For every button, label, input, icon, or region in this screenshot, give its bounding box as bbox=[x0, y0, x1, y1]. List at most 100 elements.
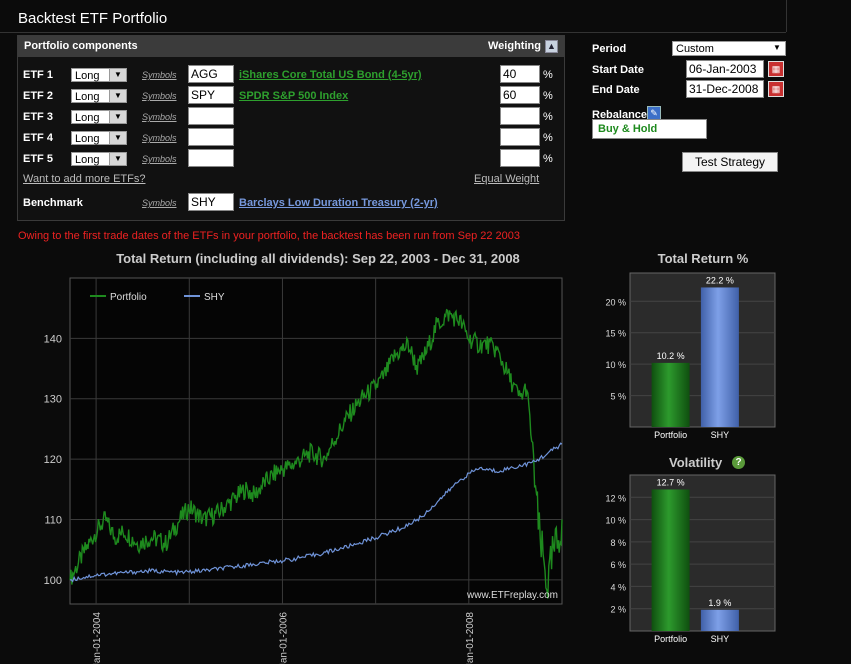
weighting-label: Weighting bbox=[488, 40, 541, 52]
equal-weight-link[interactable]: Equal Weight bbox=[474, 173, 539, 185]
portfolio-components-panel: Portfolio components Weighting ▲ ETF 1 L… bbox=[17, 35, 565, 221]
y-tick-label: 12 % bbox=[605, 493, 626, 503]
category-label: SHY bbox=[711, 430, 730, 440]
help-icon[interactable]: ? bbox=[732, 456, 745, 469]
total-return-line-chart: 100 110 120 130 140 Jan-01-2004 Jan-01-2006 Jan… bbox=[44, 277, 563, 664]
y-tick-label: 5 % bbox=[610, 392, 626, 402]
benchmark-label: Benchmark bbox=[23, 197, 83, 209]
collapse-icon[interactable]: ▲ bbox=[545, 40, 558, 53]
position-select[interactable]: Long ▼ bbox=[71, 68, 127, 82]
position-select[interactable]: Long ▼ bbox=[71, 110, 127, 124]
y-tick-label: 20 % bbox=[605, 297, 626, 307]
position-value: Long bbox=[75, 91, 100, 103]
symbols-link[interactable]: Symbols bbox=[142, 133, 177, 143]
add-more-etfs-link[interactable]: Want to add more ETFs? bbox=[23, 173, 145, 185]
position-select[interactable]: Long ▼ bbox=[71, 152, 127, 166]
fund-name-link[interactable]: SPDR S&P 500 Index bbox=[239, 90, 348, 102]
symbol-input[interactable]: SPY bbox=[188, 86, 234, 104]
category-label: SHY bbox=[711, 634, 730, 644]
percent-sign: % bbox=[543, 69, 553, 81]
y-tick-label: 15 % bbox=[605, 329, 626, 339]
etf-row-label: ETF 2 bbox=[23, 90, 53, 102]
chevron-down-icon: ▼ bbox=[109, 153, 126, 165]
header-divider bbox=[0, 32, 786, 33]
symbols-link[interactable]: Symbols bbox=[142, 91, 177, 101]
page-title: Backtest ETF Portfolio bbox=[18, 10, 168, 27]
position-value: Long bbox=[75, 154, 100, 166]
total-return-chart-title: Total Return % bbox=[657, 251, 749, 266]
percent-sign: % bbox=[543, 111, 553, 123]
position-select[interactable]: Long ▼ bbox=[71, 131, 127, 145]
etf-row-label: ETF 1 bbox=[23, 69, 53, 81]
wrench-icon[interactable]: ✎ bbox=[647, 106, 661, 120]
panel-header-title: Portfolio components bbox=[24, 40, 138, 52]
period-label: Period bbox=[592, 43, 627, 55]
start-date-label: Start Date bbox=[592, 64, 644, 76]
weight-input[interactable] bbox=[500, 149, 540, 167]
y-tick-label: 10 % bbox=[605, 360, 626, 370]
benchmark-symbol-input[interactable]: SHY bbox=[188, 193, 234, 211]
weight-input[interactable] bbox=[500, 107, 540, 125]
rebalance-select[interactable]: Buy & Hold bbox=[592, 119, 707, 139]
period-select[interactable]: Custom ▼ bbox=[672, 41, 786, 56]
bar-value-label: 22.2 % bbox=[706, 275, 734, 285]
percent-sign: % bbox=[543, 153, 553, 165]
category-label: Portfolio bbox=[654, 430, 687, 440]
calendar-icon[interactable]: ▦ bbox=[768, 61, 784, 77]
warning-message: Owing to the first trade dates of the ET… bbox=[18, 230, 520, 242]
position-select[interactable]: Long ▼ bbox=[71, 89, 127, 103]
bar-shy bbox=[700, 287, 739, 427]
weight-input[interactable]: 60 bbox=[500, 86, 540, 104]
symbol-input[interactable] bbox=[188, 149, 234, 167]
percent-sign: % bbox=[543, 132, 553, 144]
x-tick-label: Jan-01-2008 bbox=[465, 612, 476, 664]
panel-header: Portfolio components Weighting ▲ bbox=[18, 36, 564, 57]
benchmark-fund-link[interactable]: Barclays Low Duration Treasury (2-yr) bbox=[239, 197, 438, 209]
bar-value-label: 1.9 % bbox=[708, 598, 731, 608]
volatility-chart-title: Volatility bbox=[669, 455, 723, 470]
x-tick-label: Jan-01-2004 bbox=[92, 612, 103, 664]
chevron-down-icon: ▼ bbox=[109, 69, 126, 81]
weight-input[interactable] bbox=[500, 128, 540, 146]
symbols-link[interactable]: Symbols bbox=[142, 112, 177, 122]
y-tick-label: 8 % bbox=[610, 538, 626, 548]
end-date-label: End Date bbox=[592, 84, 640, 96]
symbols-link[interactable]: Symbols bbox=[142, 154, 177, 164]
header-divider-vertical bbox=[786, 0, 787, 32]
period-value: Custom bbox=[676, 43, 714, 55]
end-date-input[interactable]: 31-Dec-2008 bbox=[686, 80, 764, 98]
chevron-down-icon: ▼ bbox=[109, 132, 126, 144]
legend-label: SHY bbox=[204, 292, 225, 303]
position-value: Long bbox=[75, 112, 100, 124]
calendar-icon[interactable]: ▦ bbox=[768, 81, 784, 97]
benchmark-symbols-link[interactable]: Symbols bbox=[142, 198, 177, 208]
weight-input[interactable]: 40 bbox=[500, 65, 540, 83]
fund-name-link[interactable]: iShares Core Total US Bond (4-5yr) bbox=[239, 69, 422, 81]
y-tick-label: 110 bbox=[44, 514, 62, 526]
legend-label: Portfolio bbox=[110, 292, 147, 303]
chevron-down-icon: ▼ bbox=[109, 111, 126, 123]
test-strategy-button[interactable]: Test Strategy bbox=[682, 152, 778, 172]
start-date-input[interactable]: 06-Jan-2003 bbox=[686, 60, 764, 78]
category-label: Portfolio bbox=[654, 634, 687, 644]
etf-row-label: ETF 5 bbox=[23, 153, 53, 165]
symbol-input[interactable]: AGG bbox=[188, 65, 234, 83]
position-value: Long bbox=[75, 70, 100, 82]
chevron-down-icon: ▼ bbox=[769, 42, 785, 54]
line-chart-title: Total Return (including all dividends): … bbox=[116, 251, 520, 266]
y-tick-label: 6 % bbox=[610, 560, 626, 570]
y-tick-label: 10 % bbox=[605, 516, 626, 526]
percent-sign: % bbox=[543, 90, 553, 102]
watermark: www.ETFreplay.com bbox=[466, 590, 558, 601]
x-tick-label: Jan-01-2006 bbox=[278, 612, 289, 664]
etf-row-label: ETF 4 bbox=[23, 132, 53, 144]
symbol-input[interactable] bbox=[188, 128, 234, 146]
symbols-link[interactable]: Symbols bbox=[142, 70, 177, 80]
bar-value-label: 12.7 % bbox=[657, 477, 685, 487]
bar-portfolio bbox=[651, 489, 690, 631]
y-tick-label: 100 bbox=[44, 575, 62, 587]
symbol-input[interactable] bbox=[188, 107, 234, 125]
y-tick-label: 4 % bbox=[610, 582, 626, 592]
bar-portfolio bbox=[651, 362, 690, 427]
volatility-bar-chart: 2 % 4 % 6 % 8 % 10 % 12 % 12.7 % Portfolio 1.9 %… bbox=[605, 474, 776, 644]
